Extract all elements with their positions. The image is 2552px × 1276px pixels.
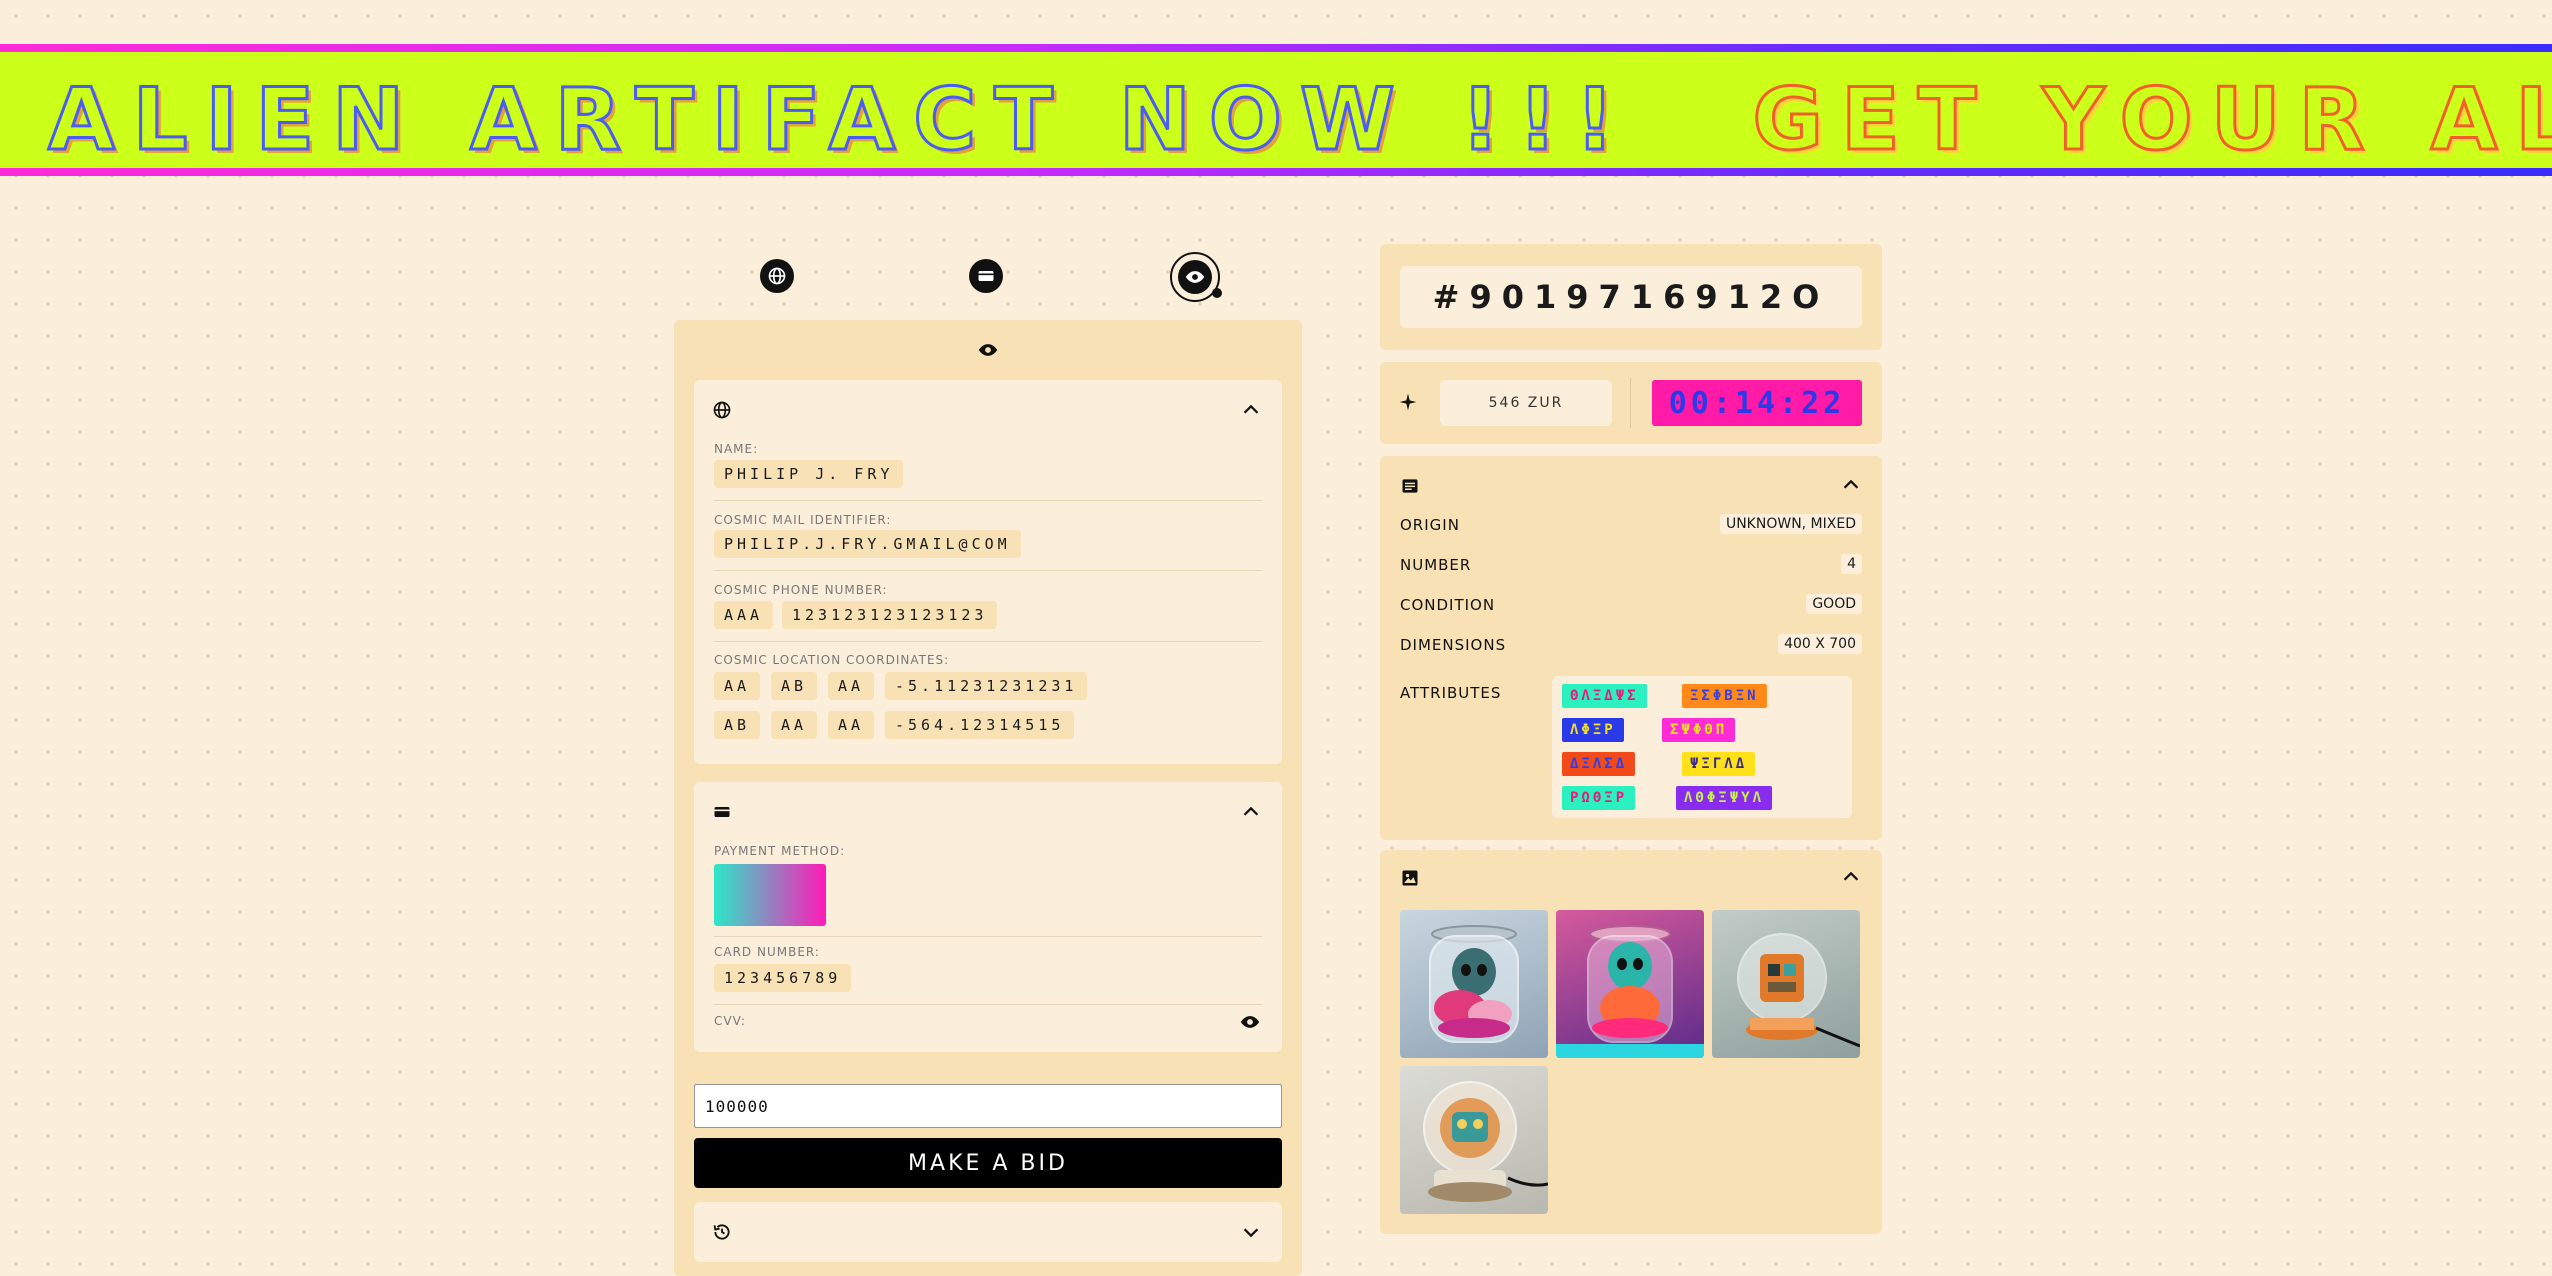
artifact-details-panel: ORIGIN UNKNOWN, MIXED NUMBER 4 CONDITION… xyxy=(1380,456,1882,840)
eye-icon xyxy=(978,344,998,356)
attribute-tag: ΛΦΞΡ xyxy=(1562,718,1624,742)
detail-value: 4 xyxy=(1841,554,1862,574)
payment-method-swatch[interactable] xyxy=(714,864,826,926)
gallery-thumb-robot-in-dome-1[interactable] xyxy=(1712,910,1860,1058)
step-personal-globe-icon[interactable] xyxy=(760,259,794,293)
sparkle-icon xyxy=(1399,393,1417,411)
coord-chip: AB xyxy=(714,711,761,739)
divider xyxy=(714,936,1262,937)
attribute-tag: ΣΨΦΘΠ xyxy=(1662,718,1736,742)
divider xyxy=(714,641,1262,642)
attribute-tag: ΡΩΘΞΡ xyxy=(1562,786,1636,810)
bid-amount-input[interactable] xyxy=(694,1084,1282,1128)
reveal-cvv-eye-icon[interactable] xyxy=(1240,1012,1260,1032)
step-active-dot xyxy=(1212,288,1222,298)
collapse-chevron-up-icon[interactable] xyxy=(1240,399,1262,421)
gallery-thumb-robot-in-dome-2[interactable] xyxy=(1400,1066,1548,1214)
coord-chip: AA xyxy=(714,672,761,700)
attributes-label: ATTRIBUTES xyxy=(1400,684,1502,702)
price-value: 546 ZUR xyxy=(1440,380,1612,426)
detail-row-dimensions: DIMENSIONS 400 X 700 xyxy=(1400,634,1862,658)
detail-label: DIMENSIONS xyxy=(1400,636,1507,654)
attribute-tag: ΞΣΦΒΞΝ xyxy=(1682,684,1767,708)
divider xyxy=(1630,378,1631,428)
phone-value: 123123123123123 xyxy=(782,601,998,629)
banner-bottom-stripe xyxy=(0,168,2552,176)
card-number-value: 123456789 xyxy=(714,964,852,992)
coord-chip: AA xyxy=(771,711,818,739)
gallery-thumb-alien-in-jar-2[interactable] xyxy=(1556,910,1704,1058)
attribute-tag: ΔΞΛΣΔ xyxy=(1562,752,1636,776)
phone-prefix: AAA xyxy=(714,601,774,629)
expand-chevron-down-icon[interactable] xyxy=(1240,1221,1262,1243)
price-timer-panel: 546 ZUR 00:14:22 xyxy=(1380,362,1882,444)
location-label: COSMIC LOCATION COORDINATES: xyxy=(714,653,950,667)
make-bid-button[interactable]: MAKE A BID xyxy=(694,1138,1282,1188)
banner-top-stripe xyxy=(0,44,2552,52)
detail-value: GOOD xyxy=(1806,594,1862,614)
countdown-timer: 00:14:22 xyxy=(1652,380,1862,426)
detail-row-number: NUMBER 4 xyxy=(1400,554,1862,578)
coord-chip: AB xyxy=(771,672,818,700)
mail-value: PHILIP.J.FRY.GMAIL@COM xyxy=(714,530,1021,558)
attribute-tag: ΛΘΦΞΨΥΛ xyxy=(1676,786,1773,810)
checkout-panel: NAME: PHILIP J. FRY COSMIC MAIL IDENTIFI… xyxy=(674,320,1302,1276)
personal-info-card: NAME: PHILIP J. FRY COSMIC MAIL IDENTIFI… xyxy=(694,380,1282,764)
divider xyxy=(714,1004,1262,1005)
marquee-text-segment: GET YOUR ALIEN ARTIFACT N xyxy=(1751,69,2552,172)
detail-label: CONDITION xyxy=(1400,596,1496,614)
coord-value: -564.12314515 xyxy=(885,711,1075,739)
artifact-id-panel: #9019716912O xyxy=(1380,244,1882,350)
divider xyxy=(714,570,1262,571)
step-review-eye-icon[interactable] xyxy=(1178,260,1212,294)
credit-card-icon xyxy=(714,807,730,817)
description-icon xyxy=(1402,479,1418,493)
cvv-label: CVV: xyxy=(714,1014,746,1028)
coord-chip: AA xyxy=(828,672,875,700)
coord-chip: AA xyxy=(828,711,875,739)
divider xyxy=(714,500,1262,501)
attribute-tag: ΘΛΞΔΨΣ xyxy=(1562,684,1647,708)
name-label: NAME: xyxy=(714,442,759,456)
attribute-tag: ΨΞΓΛΔ xyxy=(1682,752,1756,776)
bid-history-accordion[interactable] xyxy=(694,1202,1282,1262)
collapse-chevron-up-icon[interactable] xyxy=(1840,474,1862,496)
detail-row-origin: ORIGIN UNKNOWN, MIXED xyxy=(1400,514,1862,538)
payment-method-label: PAYMENT METHOD: xyxy=(714,844,846,858)
attributes-box: ΘΛΞΔΨΣ ΞΣΦΒΞΝ ΛΦΞΡ ΣΨΦΘΠ ΔΞΛΣΔ ΨΞΓΛΔ ΡΩΘ… xyxy=(1552,676,1852,818)
name-value: PHILIP J. FRY xyxy=(714,460,904,488)
detail-label: ORIGIN xyxy=(1400,516,1460,534)
marquee-track: R ALIEN ARTIFACT NOW !!! GET YOUR ALIEN A… xyxy=(0,69,2552,172)
collapse-chevron-up-icon[interactable] xyxy=(1240,801,1262,823)
phone-label: COSMIC PHONE NUMBER: xyxy=(714,583,888,597)
detail-value: 400 X 700 xyxy=(1778,634,1862,654)
coord-value: -5.11231231231 xyxy=(885,672,1088,700)
history-icon xyxy=(713,1224,730,1240)
card-number-label: CARD NUMBER: xyxy=(714,945,820,959)
mail-label: COSMIC MAIL IDENTIFIER: xyxy=(714,513,892,527)
image-icon xyxy=(1402,870,1418,886)
collapse-chevron-up-icon[interactable] xyxy=(1840,866,1862,888)
step-payment-credit-card-icon[interactable] xyxy=(969,259,1003,293)
artifact-id: #9019716912O xyxy=(1400,266,1862,328)
detail-row-condition: CONDITION GOOD xyxy=(1400,594,1862,618)
globe-icon xyxy=(713,401,731,419)
detail-label: NUMBER xyxy=(1400,556,1472,574)
detail-value: UNKNOWN, MIXED xyxy=(1719,514,1862,534)
gallery-thumb-alien-in-jar-1[interactable] xyxy=(1400,910,1548,1058)
promo-marquee-banner: R ALIEN ARTIFACT NOW !!! GET YOUR ALIEN A… xyxy=(0,44,2552,176)
gallery-panel xyxy=(1380,850,1882,1234)
payment-card: PAYMENT METHOD: CARD NUMBER: 123456789 C… xyxy=(694,782,1282,1052)
marquee-text-segment: R ALIEN ARTIFACT NOW !!! xyxy=(0,69,1633,172)
